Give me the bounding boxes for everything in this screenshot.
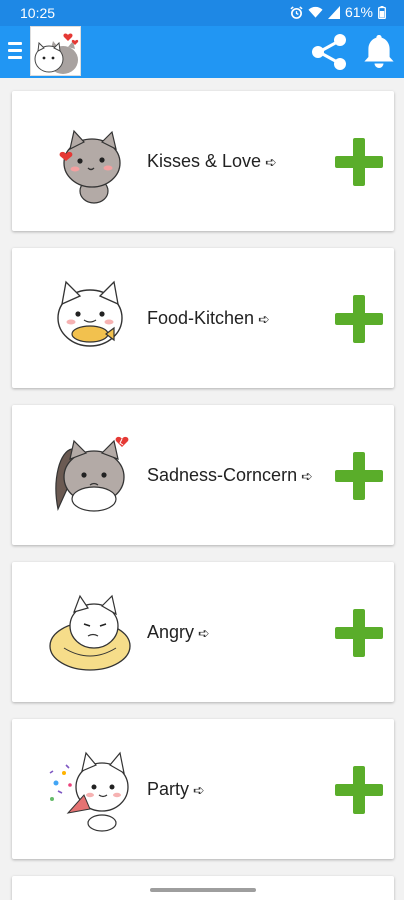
category-label: Sadness-Corncern ➪ [147, 465, 313, 485]
plus-icon[interactable] [334, 137, 384, 187]
arrow-right-icon: ➪ [193, 782, 205, 798]
signal-icon [327, 5, 340, 19]
arrow-right-icon: ➪ [198, 625, 210, 641]
status-bar: 10:25 61% [0, 0, 404, 26]
battery-icon [378, 5, 386, 19]
category-label: Food-Kitchen ➪ [147, 308, 270, 328]
gesture-nav-handle[interactable] [150, 888, 256, 892]
wifi-icon [308, 6, 323, 18]
arrow-right-icon: ➪ [258, 311, 270, 327]
angry-cat-sticker [49, 594, 131, 671]
category-card-kisses-love[interactable]: Kisses & Love ➪ [12, 91, 394, 231]
app-logo[interactable] [30, 26, 81, 76]
alarm-icon [290, 5, 303, 19]
category-card-sadness-concern[interactable]: Sadness-Corncern ➪ [12, 405, 394, 545]
category-card-angry[interactable]: Angry ➪ [12, 562, 394, 702]
category-card-food-kitchen[interactable]: Food-Kitchen ➪ [12, 248, 394, 388]
party-cat-sticker [49, 751, 129, 832]
category-card-party[interactable]: Party ➪ [12, 719, 394, 859]
arrow-right-icon: ➪ [265, 154, 277, 170]
plus-icon[interactable] [334, 608, 384, 658]
menu-icon[interactable] [8, 42, 23, 60]
category-label: Party ➪ [147, 779, 205, 799]
plus-icon[interactable] [334, 294, 384, 344]
battery-percent: 61% [344, 4, 373, 20]
food-cat-sticker [57, 280, 123, 347]
arrow-right-icon: ➪ [301, 468, 313, 484]
status-time: 10:25 [20, 5, 56, 21]
sad-cat-sticker [55, 436, 129, 512]
kiss-cat-sticker [59, 129, 121, 204]
app-bar [0, 26, 404, 78]
plus-icon[interactable] [334, 451, 384, 501]
status-icons: 61% [290, 4, 386, 20]
category-label: Kisses & Love ➪ [147, 151, 277, 171]
bell-icon[interactable] [362, 33, 396, 69]
plus-icon[interactable] [334, 765, 384, 815]
category-label: Angry ➪ [147, 622, 210, 642]
share-icon[interactable] [310, 34, 348, 70]
